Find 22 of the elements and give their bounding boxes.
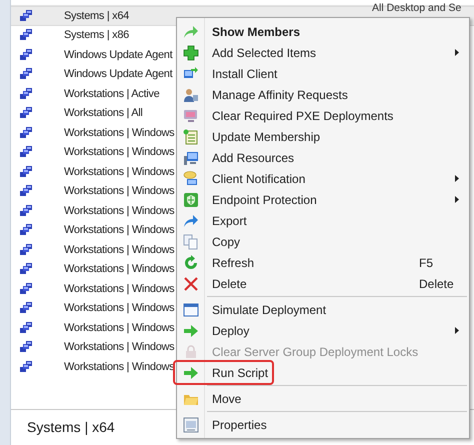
shortcut-text: F5 xyxy=(419,254,434,272)
row-name: Workstations | Windows xyxy=(64,204,174,218)
shortcut-text: Delete xyxy=(419,276,455,292)
row-name: Workstations | Windows xyxy=(64,184,174,199)
row-name: Workstations | Windows xyxy=(64,242,174,258)
row-name: Workstations | Windows xyxy=(64,301,174,316)
details-title: Systems | x64 xyxy=(27,418,115,437)
row-name: Workstations | Active xyxy=(64,86,160,102)
row-name: Workstations | Windows xyxy=(64,282,174,296)
row-name: Workstations | Windows xyxy=(64,340,174,355)
row-name: Workstations | All xyxy=(64,106,143,121)
row-name: Workstations | Windows xyxy=(64,320,174,336)
row-name: Windows Update Agent xyxy=(64,48,172,62)
row-name: Workstations | Windows xyxy=(64,262,174,277)
row-name: Systems | x86 xyxy=(64,28,129,43)
row-name: Workstations | Windows xyxy=(64,126,174,140)
row-name: Workstations | Windows xyxy=(64,164,174,180)
row-name: Workstations | Windows xyxy=(64,145,174,160)
row-name: Systems | x64 xyxy=(64,8,129,24)
row-name: Workstations | Windows xyxy=(64,223,174,238)
row-name: Windows Update Agent xyxy=(64,67,172,82)
row-name: Workstations | Windows xyxy=(64,360,174,374)
